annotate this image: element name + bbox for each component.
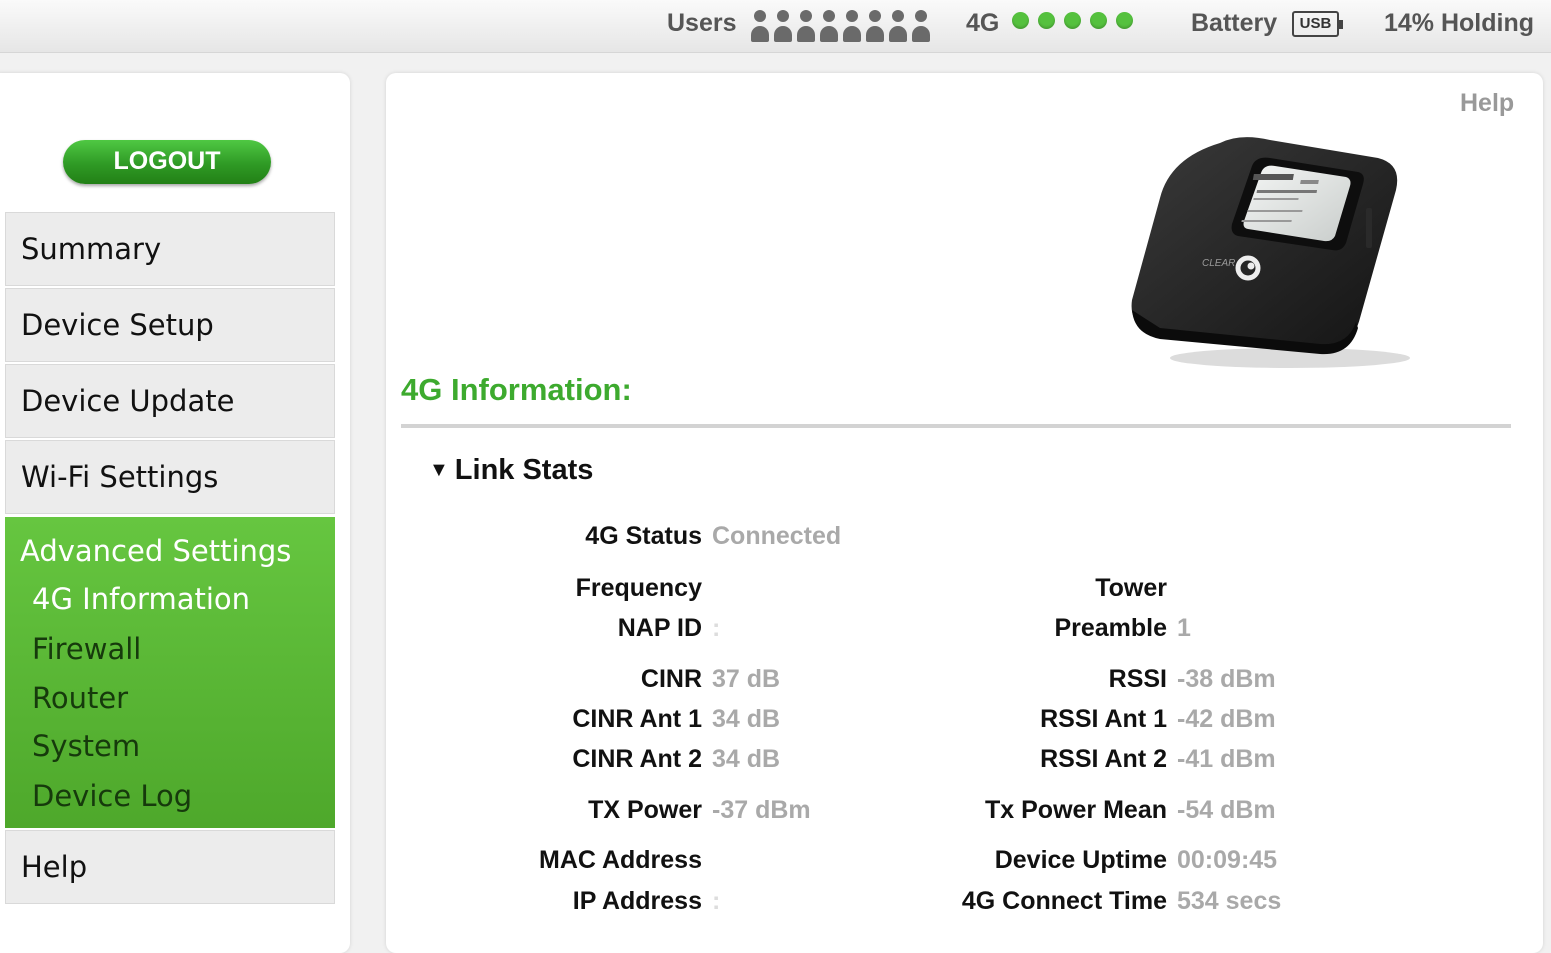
battery-label: Battery [1191,9,1278,37]
stat-value-cinr-ant1: 34 dB [712,705,781,733]
user-icon [795,7,817,45]
sidebar-subitem-device-log[interactable]: Device Log [32,779,192,813]
sidebar-subitem-system[interactable]: System [32,729,140,763]
sidebar-subitem-router[interactable]: Router [32,681,128,715]
stat-value-4g-status: Connected [712,522,842,550]
network-label: 4G [966,9,1000,37]
stat-value-nap-id: : [712,614,721,642]
battery-status: 14% Holding [1384,9,1535,37]
user-icon [887,7,909,45]
user-icon [841,7,863,45]
stat-value-ip-address: : [712,887,721,915]
stat-label-cinr: CINR [640,665,702,693]
stat-label-cinr-ant1: CINR Ant 1 [572,705,702,733]
stat-label-device-uptime: Device Uptime [994,846,1167,874]
stat-label-tower: Tower [1095,574,1167,602]
sidebar-item-device-setup[interactable]: Device Setup [5,288,335,362]
help-link[interactable]: Help [1460,89,1514,118]
stat-label-rssi-ant2: RSSI Ant 2 [1040,745,1167,773]
stat-value-4g-connect-time: 534 secs [1177,887,1282,915]
sidebar-subitem-firewall[interactable]: Firewall [32,632,141,666]
sidebar-item-help[interactable]: Help [5,830,335,904]
stat-label-tx-power-mean: Tx Power Mean [985,796,1167,824]
sidebar-item-wifi-settings[interactable]: Wi-Fi Settings [5,440,335,514]
signal-strength-indicator [1012,12,1133,29]
sidebar-subitem-4g-information[interactable]: 4G Information [32,582,250,616]
stat-label-4g-status: 4G Status [585,522,702,550]
stat-label-ip-address: IP Address [572,887,702,915]
signal-dot-icon [1038,12,1055,29]
stat-value-preamble: 1 [1177,614,1191,642]
user-icon [818,7,840,45]
users-label: Users [667,9,737,37]
sidebar-item-device-update[interactable]: Device Update [5,364,335,438]
user-icon [749,7,771,45]
device-brand-text: CLEAR [1202,258,1235,269]
device-hotspot-image: CLEAR [1131,137,1410,368]
link-stats-label: Link Stats [454,454,594,486]
stat-label-rssi: RSSI [1108,665,1167,693]
stat-label-tx-power: TX Power [588,796,702,824]
stat-label-4g-connect-time: 4G Connect Time [961,887,1167,915]
stat-label-mac-address: MAC Address [539,846,702,874]
sidebar-item-summary[interactable]: Summary [5,212,335,286]
users-indicator [749,7,934,45]
stat-label-rssi-ant1: RSSI Ant 1 [1040,705,1167,733]
stat-value-rssi-ant2: -41 dBm [1177,745,1276,773]
user-icon [910,7,932,45]
page-title: 4G Information: [401,372,632,407]
link-stats-toggle[interactable]: ▼ Link Stats [429,454,593,487]
user-icon [864,7,886,45]
section-divider [401,424,1511,428]
stat-label-frequency: Frequency [575,574,702,602]
stat-label-cinr-ant2: CINR Ant 2 [572,745,702,773]
status-bar: Users 4G Battery USB 14% Holding [0,0,1551,53]
stat-value-tx-power: -37 dBm [712,796,811,824]
sidebar-group-advanced: Advanced Settings 4G Information Firewal… [5,517,335,828]
signal-dot-icon [1116,12,1133,29]
stat-value-rssi-ant1: -42 dBm [1177,705,1276,733]
stat-value-rssi: -38 dBm [1177,665,1276,693]
signal-dot-icon [1090,12,1107,29]
stat-label-nap-id: NAP ID [617,614,702,642]
signal-dot-icon [1064,12,1081,29]
triangle-down-icon: ▼ [429,459,449,481]
logout-button[interactable]: LOGOUT [63,140,271,184]
stat-value-tx-power-mean: -54 dBm [1177,796,1276,824]
stat-value-cinr: 37 dB [712,665,781,693]
signal-dot-icon [1012,12,1029,29]
stat-value-cinr-ant2: 34 dB [712,745,781,773]
battery-usb-icon: USB [1292,11,1343,37]
sidebar-item-advanced-settings[interactable]: Advanced Settings [20,534,291,568]
stat-value-device-uptime: 00:09:45 [1177,846,1278,874]
stat-label-preamble: Preamble [1054,614,1167,642]
user-icon [772,7,794,45]
